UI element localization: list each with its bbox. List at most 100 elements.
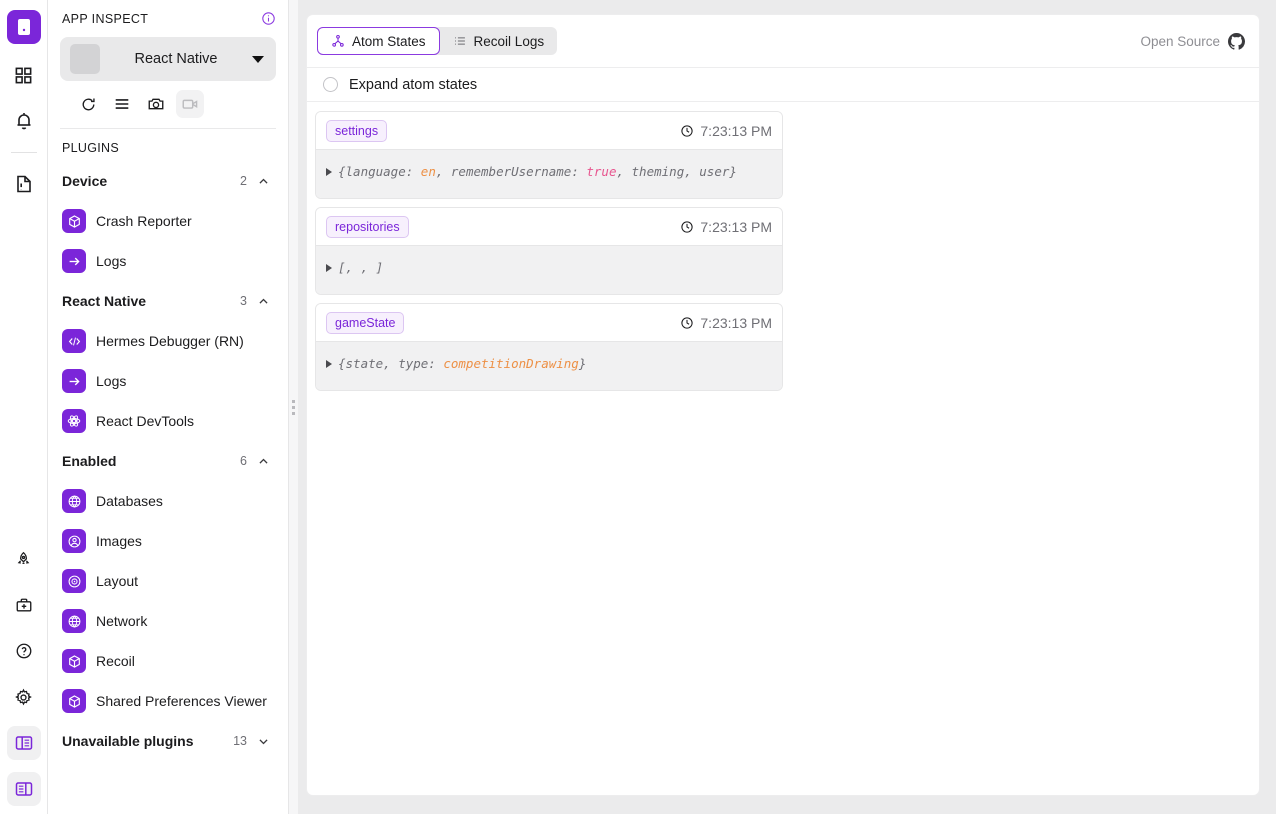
reload-icon[interactable] bbox=[74, 90, 102, 118]
tab-atom-states[interactable]: Atom States bbox=[317, 27, 440, 55]
toggle-left-sidebar-icon[interactable] bbox=[6, 726, 41, 760]
expand-triangle-icon[interactable] bbox=[326, 360, 332, 368]
plugin-group-unavailable[interactable]: Unavailable plugins 13 bbox=[48, 721, 288, 761]
app-thumbnail bbox=[70, 44, 100, 74]
sidebar-item-react-devtools[interactable]: React DevTools bbox=[48, 401, 288, 441]
atom-value-preview[interactable]: {language: en, rememberUsername: true, t… bbox=[338, 164, 737, 180]
sidebar-title-row: APP INSPECT bbox=[60, 11, 276, 26]
plugin-group-enabled[interactable]: Enabled 6 bbox=[48, 441, 288, 481]
tab-bar: Atom States Recoil Logs bbox=[317, 27, 558, 55]
group-label: Enabled bbox=[62, 453, 117, 469]
target-icon bbox=[62, 569, 86, 593]
video-record-icon[interactable] bbox=[176, 90, 204, 118]
plugin-label: Databases bbox=[96, 493, 163, 509]
sidebar-toolbar bbox=[60, 81, 276, 118]
settings-gear-icon[interactable] bbox=[7, 680, 41, 714]
open-source-label: Open Source bbox=[1140, 33, 1220, 49]
plugin-label: React DevTools bbox=[96, 413, 195, 429]
atom-card-body: [, , ] bbox=[316, 246, 782, 294]
atom-card: repositories 7:23:13 PM [, , ] bbox=[315, 207, 783, 295]
cube-icon bbox=[62, 209, 86, 233]
atom-card-header: settings 7:23:13 PM bbox=[316, 112, 782, 150]
plugin-label: Images bbox=[96, 533, 142, 549]
plugin-label: Shared Preferences Viewer bbox=[96, 693, 267, 709]
sidebar-header: APP INSPECT React Native bbox=[48, 0, 288, 129]
sidebar-title: APP INSPECT bbox=[62, 11, 149, 26]
sidebar: APP INSPECT React Native PLUGINS Device … bbox=[48, 0, 288, 814]
globe-icon bbox=[62, 609, 86, 633]
rocket-icon[interactable] bbox=[7, 542, 41, 576]
sidebar-resize-handle[interactable] bbox=[288, 0, 298, 814]
sidebar-item-shared-preferences-viewer[interactable]: Shared Preferences Viewer bbox=[48, 681, 288, 721]
app-logo-icon[interactable] bbox=[6, 10, 41, 44]
help-circle-icon[interactable] bbox=[7, 634, 41, 668]
expand-atom-states-label: Expand atom states bbox=[349, 76, 478, 93]
atom-name-badge[interactable]: settings bbox=[326, 119, 388, 142]
plugin-label: Network bbox=[96, 613, 148, 629]
sidebar-item-crash-reporter[interactable]: Crash Reporter bbox=[48, 201, 288, 241]
tab-recoil-logs[interactable]: Recoil Logs bbox=[440, 27, 558, 55]
app-selector-dropdown[interactable]: React Native bbox=[60, 37, 276, 81]
tab-label: Atom States bbox=[352, 33, 426, 49]
person-circle-icon bbox=[62, 529, 86, 553]
atom-timestamp: 7:23:13 PM bbox=[680, 219, 772, 235]
app-selector-value: React Native bbox=[134, 51, 218, 67]
atom-card: gameState 7:23:13 PM {state, type: compe… bbox=[315, 303, 783, 391]
group-label: Device bbox=[62, 173, 108, 189]
plugin-label: Layout bbox=[96, 573, 139, 589]
sidebar-item-network[interactable]: Network bbox=[48, 601, 288, 641]
cube-icon bbox=[62, 649, 86, 673]
globe-icon bbox=[62, 489, 86, 513]
changelog-document-icon[interactable] bbox=[7, 167, 41, 201]
expand-atom-states-checkbox[interactable] bbox=[323, 77, 338, 92]
chevron-up-icon bbox=[257, 455, 270, 468]
main-content: Atom States Recoil Logs Open Source Expa… bbox=[298, 0, 1276, 814]
expand-triangle-icon[interactable] bbox=[326, 168, 332, 176]
icon-rail bbox=[0, 0, 48, 814]
info-icon[interactable] bbox=[261, 11, 276, 26]
sidebar-item-logs-device[interactable]: Logs bbox=[48, 241, 288, 281]
sidebar-item-logs-rn[interactable]: Logs bbox=[48, 361, 288, 401]
sidebar-item-images[interactable]: Images bbox=[48, 521, 288, 561]
atom-name-badge[interactable]: repositories bbox=[326, 215, 409, 238]
toolbox-icon[interactable] bbox=[7, 588, 41, 622]
app-window: APP INSPECT React Native PLUGINS Device … bbox=[0, 0, 1276, 814]
expand-triangle-icon[interactable] bbox=[326, 264, 332, 272]
chevron-up-icon bbox=[257, 175, 270, 188]
group-count: 2 bbox=[240, 174, 247, 188]
github-icon bbox=[1228, 32, 1245, 50]
plugin-label: Crash Reporter bbox=[96, 213, 192, 229]
atom-timestamp: 7:23:13 PM bbox=[680, 315, 772, 331]
group-label: React Native bbox=[62, 293, 147, 309]
plugin-label: Logs bbox=[96, 373, 127, 389]
arrow-right-icon bbox=[62, 369, 86, 393]
camera-icon[interactable] bbox=[142, 90, 170, 118]
atom-value-preview[interactable]: {state, type: competitionDrawing} bbox=[338, 356, 586, 372]
plugin-group-react-native[interactable]: React Native 3 bbox=[48, 281, 288, 321]
atom-value-preview[interactable]: [, , ] bbox=[338, 260, 383, 276]
toggle-right-sidebar-icon[interactable] bbox=[6, 772, 41, 806]
timestamp-text: 7:23:13 PM bbox=[700, 122, 772, 139]
atom-card-header: repositories 7:23:13 PM bbox=[316, 208, 782, 246]
plugin-group-device[interactable]: Device 2 bbox=[48, 161, 288, 201]
list-icon bbox=[453, 34, 467, 48]
open-source-link[interactable]: Open Source bbox=[1140, 32, 1245, 50]
atom-name-badge[interactable]: gameState bbox=[326, 311, 405, 334]
atom-icon bbox=[62, 409, 86, 433]
group-count: 6 bbox=[240, 454, 247, 468]
atom-card: settings 7:23:13 PM {language: en, remem… bbox=[315, 111, 783, 199]
panel-toolbar: Atom States Recoil Logs Open Source bbox=[307, 15, 1259, 68]
sidebar-item-databases[interactable]: Databases bbox=[48, 481, 288, 521]
sidebar-item-layout[interactable]: Layout bbox=[48, 561, 288, 601]
group-count: 3 bbox=[240, 294, 247, 308]
menu-icon[interactable] bbox=[108, 90, 136, 118]
sidebar-item-recoil[interactable]: Recoil bbox=[48, 641, 288, 681]
rail-divider bbox=[10, 152, 37, 153]
atom-cards-container: settings 7:23:13 PM {language: en, remem… bbox=[307, 102, 1259, 795]
notifications-bell-icon[interactable] bbox=[7, 104, 41, 138]
atom-card-body: {language: en, rememberUsername: true, t… bbox=[316, 150, 782, 198]
apps-grid-icon[interactable] bbox=[7, 58, 41, 92]
sidebar-item-hermes-debugger[interactable]: Hermes Debugger (RN) bbox=[48, 321, 288, 361]
clock-icon bbox=[680, 220, 694, 234]
chevron-down-icon bbox=[257, 735, 270, 748]
